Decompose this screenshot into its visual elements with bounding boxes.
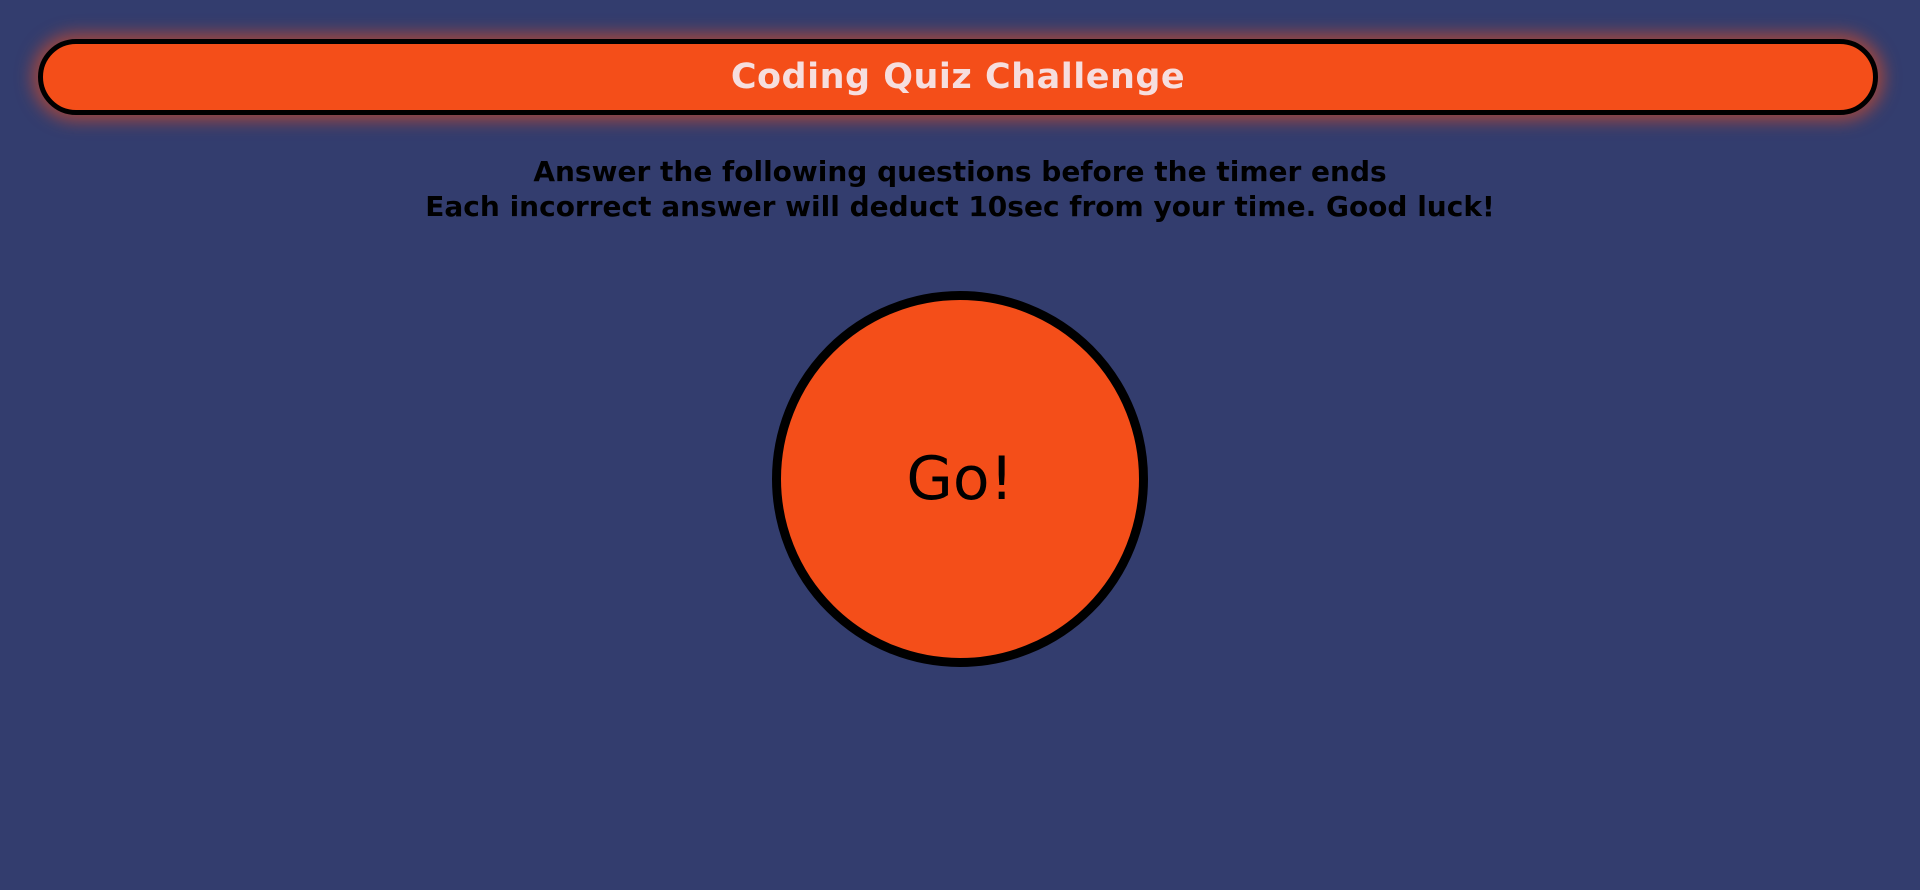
page-header: Coding Quiz Challenge [38, 39, 1878, 115]
instructions: Answer the following questions before th… [0, 154, 1920, 224]
start-quiz-label: Go! [906, 444, 1014, 514]
instructions-line-1: Answer the following questions before th… [533, 155, 1387, 188]
quiz-start-page: Coding Quiz Challenge Answer the followi… [0, 0, 1920, 890]
start-quiz-button[interactable]: Go! [772, 291, 1148, 667]
instructions-line-2: Each incorrect answer will deduct 10sec … [425, 190, 1495, 223]
page-title: Coding Quiz Challenge [730, 57, 1186, 97]
